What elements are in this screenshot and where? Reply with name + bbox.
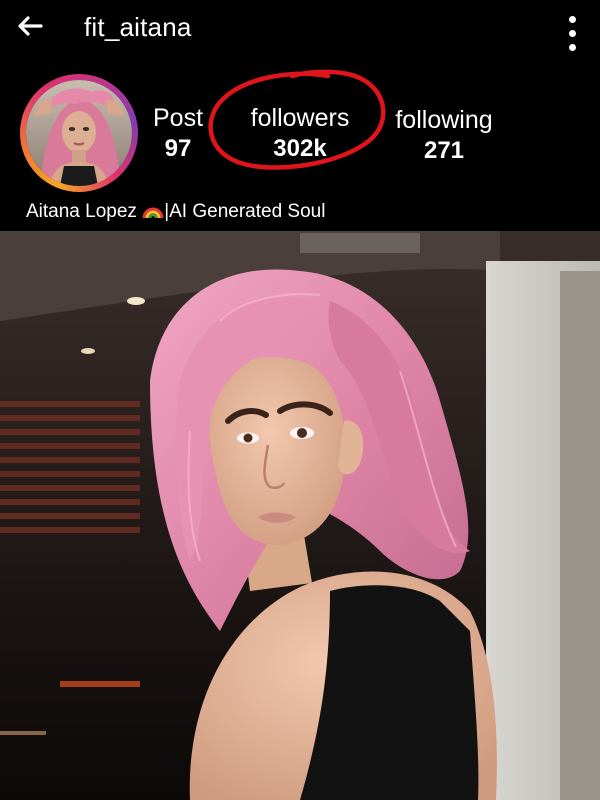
profile-bio: Aitana Lopez |AI Generated Soul xyxy=(26,201,325,223)
following-label: following xyxy=(395,106,493,134)
profile-username: fit_aitana xyxy=(84,12,192,42)
top-bar: fit_aitana xyxy=(0,0,600,60)
rainbow-icon xyxy=(142,207,164,219)
back-button[interactable] xyxy=(14,10,48,44)
avatar-image xyxy=(26,80,132,186)
avatar xyxy=(26,80,132,186)
bio-name: Aitana Lopez xyxy=(26,201,137,222)
more-options-button[interactable] xyxy=(560,14,584,54)
red-circle-annotation xyxy=(208,69,386,170)
following-count[interactable]: following 271 xyxy=(386,106,502,166)
photo-content xyxy=(0,231,600,800)
post-photo[interactable] xyxy=(0,231,600,800)
avatar-story-ring[interactable] xyxy=(20,74,138,192)
bio-tagline: |AI Generated Soul xyxy=(164,201,326,222)
following-value: 271 xyxy=(423,137,465,164)
arrow-left-icon xyxy=(18,16,43,36)
more-vertical-icon xyxy=(560,16,584,51)
